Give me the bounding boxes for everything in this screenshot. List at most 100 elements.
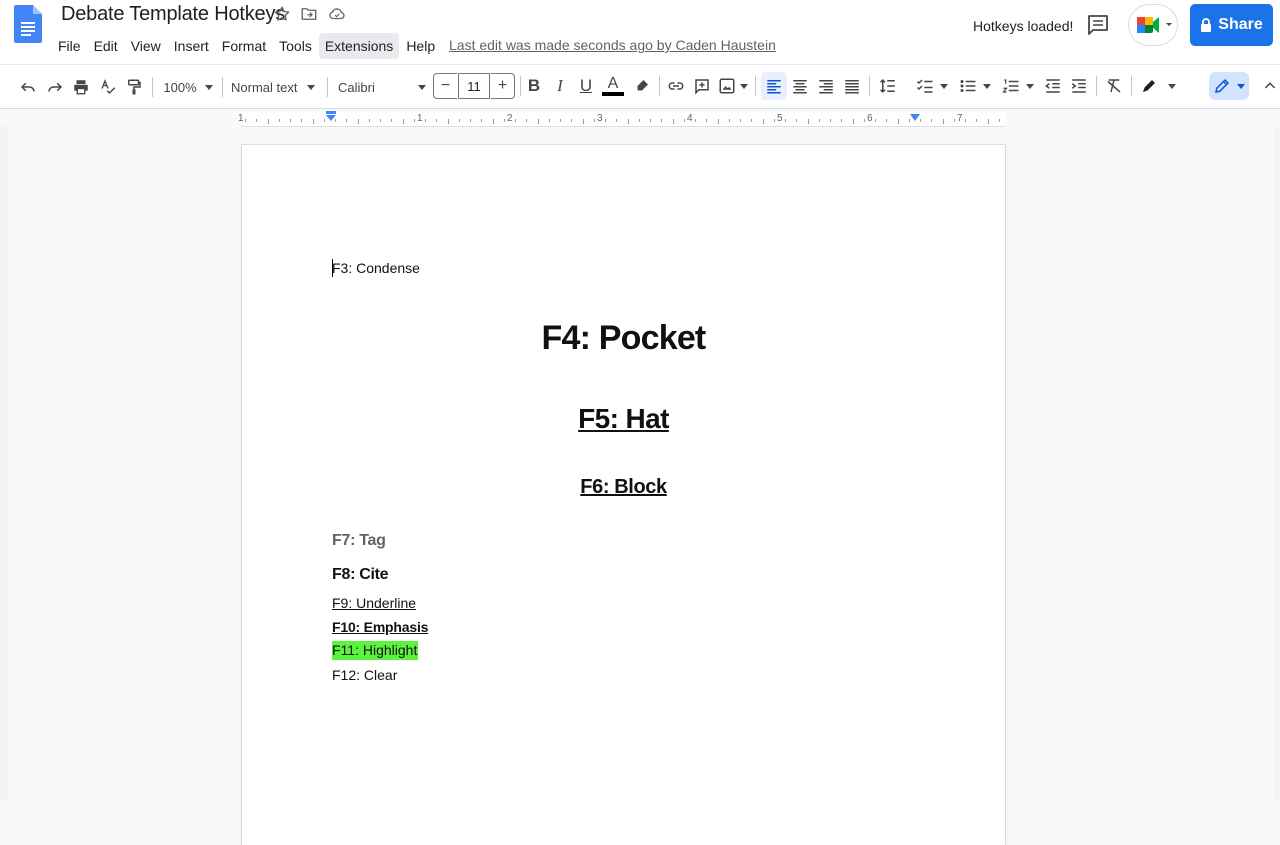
doc-line-cite[interactable]: F8: Cite: [332, 566, 389, 584]
toolbar-divider: [152, 77, 153, 97]
menu-edit[interactable]: Edit: [88, 33, 124, 59]
font-family-value: Calibri: [338, 79, 375, 95]
ruler-tick: [391, 119, 393, 122]
ruler-tick: [503, 119, 505, 122]
ruler-tick: [515, 119, 516, 122]
print-button[interactable]: [69, 73, 93, 101]
last-edit-link[interactable]: Last edit was made seconds ago by Caden …: [449, 37, 776, 53]
redo-icon: [48, 82, 63, 92]
ruler-tick: [728, 119, 730, 122]
menu-insert[interactable]: Insert: [168, 33, 215, 59]
right-indent-marker-icon[interactable]: [909, 113, 921, 123]
ruler-tick: [301, 119, 303, 122]
ruler-number: 6: [867, 113, 873, 124]
menu-file[interactable]: File: [52, 33, 87, 59]
ruler-tick: [931, 119, 933, 122]
share-label: Share: [1218, 16, 1263, 33]
ruler-tick: [346, 119, 348, 122]
ruler-tick: [976, 119, 978, 122]
paragraph-style-select[interactable]: Normal text: [231, 73, 319, 101]
ruler-tick: [413, 119, 415, 122]
increase-font-size-button[interactable]: +: [491, 73, 515, 99]
ruler-tick: [593, 119, 595, 122]
ruler-tick: [526, 119, 528, 122]
menu-extensions[interactable]: Extensions: [318, 33, 400, 59]
ruler-tick: [650, 119, 651, 122]
docs-logo-icon[interactable]: [14, 5, 42, 43]
move-folder-icon[interactable]: [300, 5, 318, 23]
document-page[interactable]: F3: Condense F4: Pocket F5: Hat F6: Bloc…: [242, 145, 1005, 845]
doc-heading-block[interactable]: F6: Block: [242, 476, 1005, 499]
doc-heading-tag[interactable]: F7: Tag: [332, 532, 386, 550]
ruler-tick: [267, 119, 269, 124]
lock-icon: [1201, 18, 1212, 32]
google-meet-icon: [1137, 17, 1172, 33]
ruler-number: 5: [777, 113, 783, 124]
ruler-tick: [830, 119, 831, 122]
menu-format[interactable]: Format: [216, 33, 272, 59]
share-button[interactable]: Share: [1190, 4, 1273, 46]
zoom-select[interactable]: 100%: [160, 73, 216, 101]
ruler-tick: [751, 119, 753, 122]
doc-line-clear[interactable]: F12: Clear: [332, 667, 397, 683]
ruler-tick: [796, 119, 798, 122]
decrease-font-size-button[interactable]: −: [433, 73, 457, 99]
doc-line-highlight[interactable]: F11: Highlight: [332, 641, 419, 660]
menu-help[interactable]: Help: [400, 33, 441, 59]
star-icon[interactable]: [273, 5, 291, 23]
ruler-number: 1: [238, 113, 244, 124]
font-size-input[interactable]: 11: [458, 73, 490, 99]
hotkeys-status-text: Hotkeys loaded!: [973, 18, 1074, 34]
ruler-tick: [548, 119, 550, 122]
ruler-tick: [278, 119, 280, 122]
ruler-tick: [436, 119, 438, 122]
app-header: Debate Template Hotkeys File Edit View I…: [0, 0, 1280, 64]
font-family-select[interactable]: Calibri: [338, 73, 426, 101]
ruler-tick: [773, 119, 775, 122]
undo-icon: [20, 82, 35, 92]
paint-format-button[interactable]: [122, 73, 146, 101]
horizontal-ruler: 1 1 2 3 4 5 6 7: [0, 109, 1280, 127]
ruler-tick: [852, 119, 854, 124]
comments-button[interactable]: [1083, 10, 1113, 40]
ruler-tick: [380, 119, 381, 122]
paint-format-icon: [128, 79, 141, 95]
doc-heading-pocket[interactable]: F4: Pocket: [242, 319, 1005, 358]
ruler-tick: [683, 119, 685, 122]
ruler-tick: [818, 119, 820, 122]
meet-button[interactable]: [1128, 4, 1178, 46]
ruler-track[interactable]: 1 1 2 3 4 5 6 7: [238, 112, 1005, 127]
ruler-number: 7: [957, 113, 963, 124]
menu-bar: File Edit View Insert Format Tools Exten…: [52, 33, 442, 59]
redo-button[interactable]: [43, 73, 67, 101]
vertical-scrollbar[interactable]: [1274, 127, 1280, 800]
ruler-number: 3: [597, 113, 603, 124]
ruler-tick: [875, 119, 876, 122]
ruler-tick: [582, 119, 584, 124]
ruler-number: 1: [417, 113, 423, 124]
ruler-tick: [807, 119, 809, 124]
cloud-saved-icon[interactable]: [328, 5, 346, 23]
ruler-tick: [605, 119, 606, 122]
spellcheck-button[interactable]: [96, 73, 120, 101]
doc-line-underline[interactable]: F9: Underline: [332, 595, 416, 611]
doc-heading-hat[interactable]: F5: Hat: [242, 403, 1005, 435]
ruler-tick: [987, 119, 989, 124]
ruler-tick: [863, 119, 865, 122]
ruler-tick: [571, 119, 573, 122]
left-indent-marker-icon[interactable]: [325, 111, 337, 123]
ruler-tick: [537, 119, 539, 124]
ruler-tick: [368, 119, 370, 122]
ruler-tick: [953, 119, 955, 122]
menu-tools[interactable]: Tools: [273, 33, 318, 59]
undo-button[interactable]: [16, 73, 40, 101]
vertical-ruler: [0, 127, 8, 800]
ruler-tick: [458, 119, 460, 122]
ruler-tick: [897, 119, 899, 124]
doc-line-condense[interactable]: F3: Condense: [332, 260, 420, 276]
print-icon: [74, 80, 88, 95]
ruler-tick: [886, 119, 888, 122]
doc-line-emphasis[interactable]: F10: Emphasis: [332, 619, 428, 635]
document-title[interactable]: Debate Template Hotkeys: [61, 3, 285, 26]
menu-view[interactable]: View: [125, 33, 167, 59]
